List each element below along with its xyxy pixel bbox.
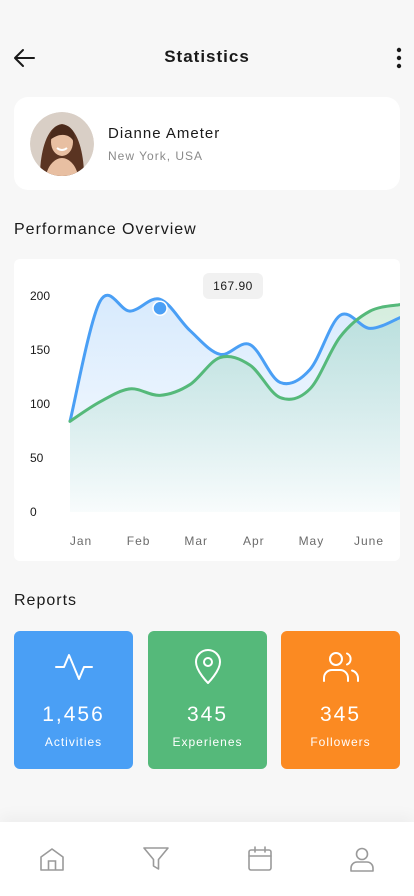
profile-location: New York, USA [108, 149, 204, 163]
chart-svg: 200 150 100 50 0 Jan Feb Mar Apr May June [30, 289, 400, 548]
section-title-performance: Performance Overview [14, 221, 197, 238]
profile-name: Dianne Ameter [108, 125, 221, 142]
y-tick-label: 50 [30, 451, 44, 465]
filter-icon[interactable] [143, 846, 169, 872]
more-vertical-icon[interactable] [392, 44, 406, 72]
home-icon[interactable] [39, 846, 65, 872]
chart-tooltip: 167.90 [203, 273, 263, 299]
avatar [30, 112, 94, 176]
x-tick-label: May [299, 534, 325, 548]
x-tick-label: Jan [70, 534, 92, 548]
experiences-value: 345 [186, 703, 229, 726]
x-tick-label: June [354, 534, 384, 548]
activities-value: 1,456 [42, 703, 105, 726]
followers-value: 345 [319, 703, 362, 726]
map-pin-icon [194, 649, 221, 684]
y-tick-label: 100 [30, 397, 50, 411]
activity-icon [54, 654, 93, 680]
report-tile-activities[interactable]: 1,456 Activities [14, 631, 133, 769]
y-tick-label: 150 [30, 343, 50, 357]
user-icon[interactable] [349, 846, 375, 872]
report-tile-followers[interactable]: 345 Followers [281, 631, 400, 769]
bottom-nav [0, 822, 414, 896]
profile-card[interactable]: Dianne Ameter New York, USA [14, 97, 400, 190]
x-tick-label: Apr [243, 534, 265, 548]
calendar-icon[interactable] [247, 846, 273, 872]
performance-chart[interactable]: 200 150 100 50 0 Jan Feb Mar Apr May June [14, 259, 400, 561]
experiences-label: Experienes [172, 735, 243, 749]
y-tick-label: 200 [30, 289, 50, 303]
followers-label: Followers [310, 735, 371, 749]
page-title: Statistics [164, 47, 250, 66]
section-title-reports: Reports [14, 592, 78, 609]
x-tick-label: Feb [127, 534, 151, 548]
users-icon [322, 652, 359, 682]
y-tick-label: 0 [30, 505, 37, 519]
activities-label: Activities [44, 735, 103, 749]
x-tick-label: Mar [184, 534, 208, 548]
report-tile-experiences[interactable]: 345 Experienes [148, 631, 267, 769]
chart-point-highlight[interactable] [152, 300, 168, 316]
